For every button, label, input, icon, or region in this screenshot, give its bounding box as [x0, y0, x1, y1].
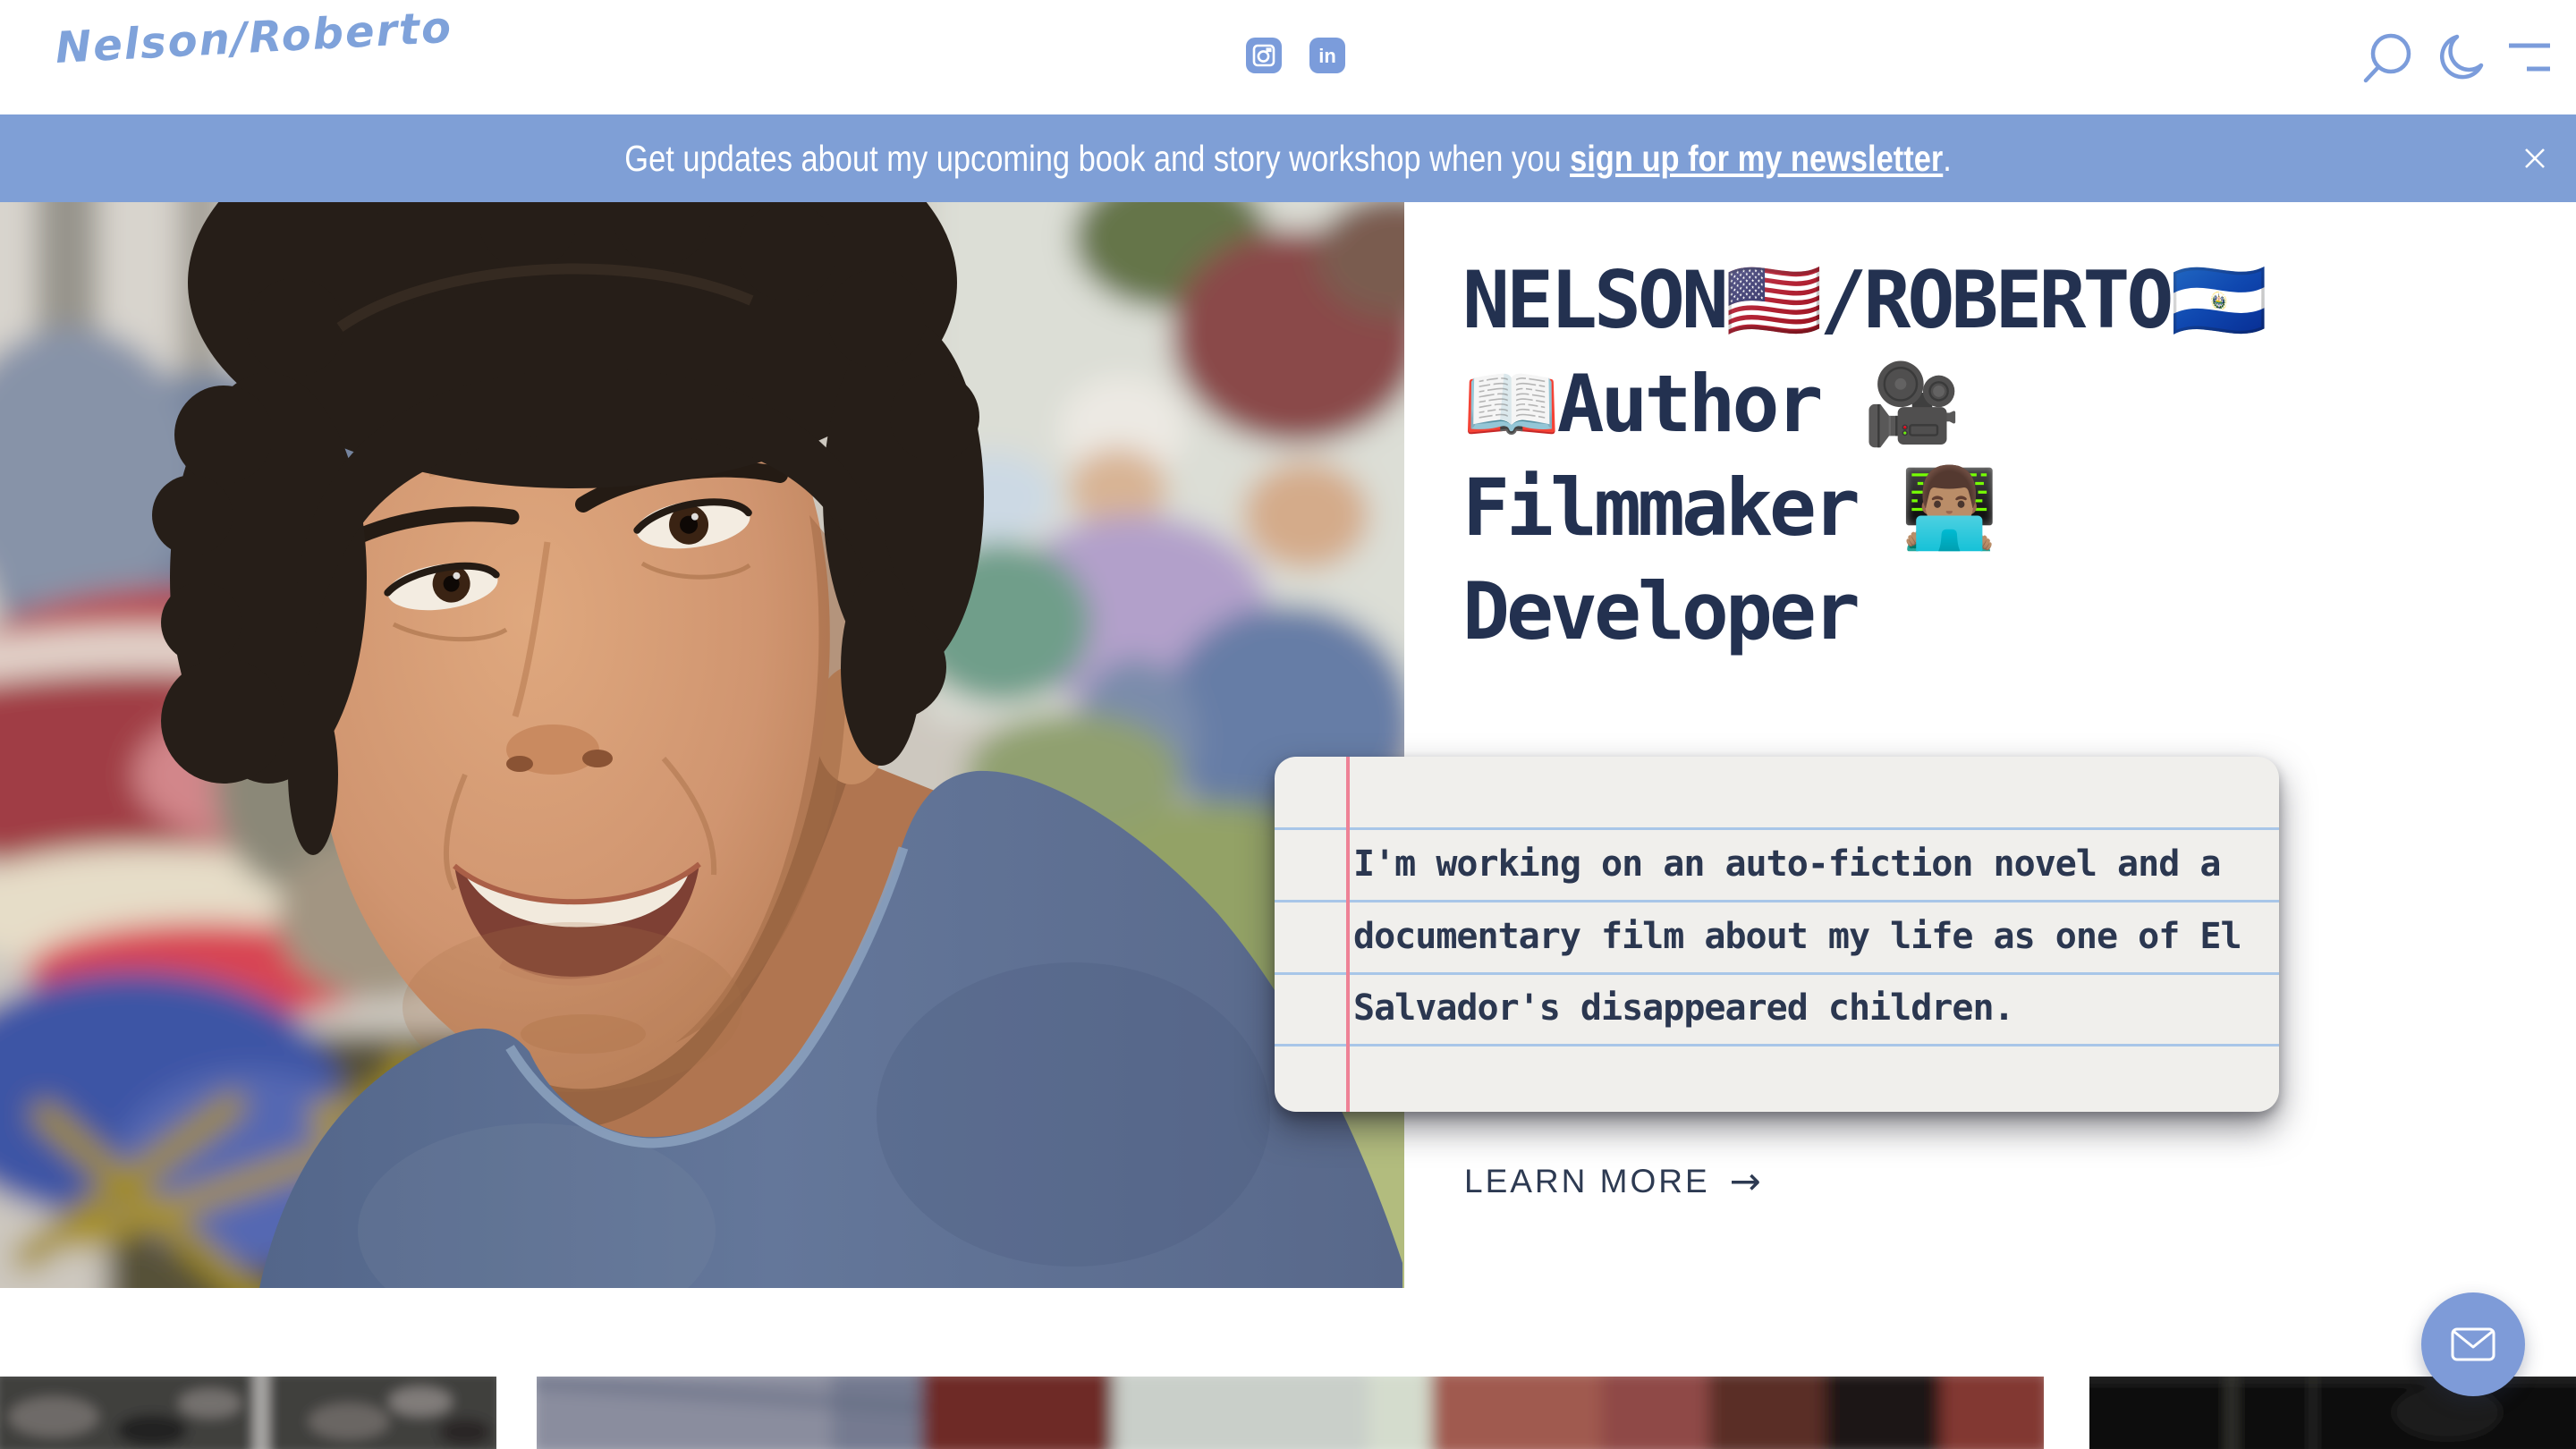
note-line-3: Salvador's disappeared children.: [1353, 972, 2261, 1045]
site-logo[interactable]: Nelson/Roberto: [55, 3, 454, 73]
envelope-icon: [2451, 1327, 2496, 1361]
svg-text:in: in: [1318, 45, 1336, 67]
search-button[interactable]: [2366, 36, 2409, 80]
hero-title-line-3: Filmmaker 👨🏽‍💻: [1462, 456, 2536, 560]
arrow-right-icon: →: [1730, 1159, 1761, 1203]
note-line-2: documentary film about my life as one of…: [1353, 901, 2261, 973]
linkedin-icon: in: [1309, 38, 1345, 73]
dark-mode-toggle[interactable]: [2442, 37, 2481, 77]
learn-more-link[interactable]: LEARN MORE →: [1464, 1159, 1761, 1203]
hero-photo: [0, 202, 1404, 1288]
hero-title-line-1: NELSON🇺🇸/ROBERTO🇸🇻: [1462, 249, 2536, 352]
banner-suffix: .: [1943, 138, 1952, 179]
newsletter-signup-link[interactable]: sign up for my newsletter: [1570, 138, 1943, 179]
menu-button[interactable]: [2509, 46, 2550, 69]
page: Nelson/Roberto in: [0, 0, 2576, 1449]
site-header: Nelson/Roberto in: [0, 0, 2576, 114]
gallery-image-2-art: [537, 1377, 2044, 1449]
note-text: I'm working on an auto-fiction novel and…: [1353, 828, 2261, 1045]
gallery-image-1-art: [0, 1377, 496, 1449]
hero-title: NELSON🇺🇸/ROBERTO🇸🇻 📖Author 🎥 Filmmaker 👨…: [1462, 249, 2536, 664]
gallery-image-2[interactable]: [537, 1377, 2044, 1449]
moon-icon: [2442, 37, 2481, 77]
social-links: in: [1246, 38, 1345, 73]
newsletter-banner: Get updates about my upcoming book and s…: [0, 114, 2576, 202]
hero-title-line-2: 📖Author 🎥: [1462, 352, 2536, 456]
banner-close-button[interactable]: [2517, 140, 2553, 176]
gallery-image-3-art: [2089, 1377, 2576, 1449]
note-line-1: I'm working on an auto-fiction novel and…: [1353, 828, 2261, 901]
instagram-link[interactable]: [1246, 38, 1282, 73]
close-icon: [2526, 149, 2544, 167]
gallery-image-1[interactable]: [0, 1377, 496, 1449]
instagram-icon: [1246, 38, 1282, 73]
linkedin-link[interactable]: in: [1309, 38, 1345, 73]
gallery-image-3[interactable]: [2089, 1377, 2576, 1449]
hero-title-line-4: Developer: [1462, 560, 2536, 664]
header-actions: [2343, 18, 2576, 89]
banner-message: Get updates about my upcoming book and s…: [624, 138, 1570, 179]
learn-more-label: LEARN MORE: [1464, 1163, 1710, 1200]
banner-text: Get updates about my upcoming book and s…: [624, 138, 1952, 180]
note-card: I'm working on an auto-fiction novel and…: [1275, 757, 2279, 1112]
paper-margin-line: [1346, 757, 1350, 1112]
contact-email-button[interactable]: [2421, 1292, 2525, 1396]
